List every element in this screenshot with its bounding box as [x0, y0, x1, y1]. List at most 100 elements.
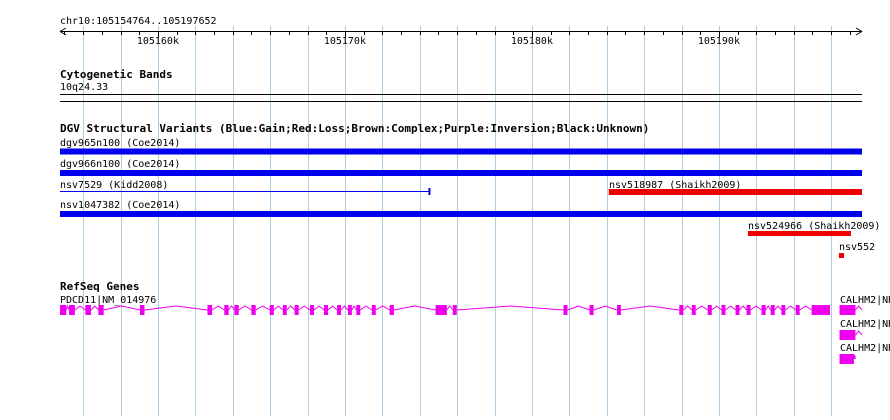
- ruler-tick-label: 105160k: [137, 36, 179, 47]
- refseq-intron: [351, 304, 357, 311]
- refseq-exon[interactable]: [770, 305, 775, 315]
- refseq-exon[interactable]: [224, 305, 229, 315]
- dgv-variant-label[interactable]: dgv966n100 (Coe2014): [60, 159, 180, 170]
- refseq-exon[interactable]: [309, 305, 315, 315]
- refseq-intron: [273, 305, 284, 311]
- refseq-exon[interactable]: [323, 305, 329, 315]
- refseq-transcript-label[interactable]: PDCD11|NM_014976: [60, 295, 156, 306]
- refseq-intron: [593, 305, 618, 311]
- refseq-exon[interactable]: [781, 305, 786, 315]
- refseq-exon[interactable]: [839, 354, 854, 364]
- refseq-intron: [340, 305, 349, 311]
- refseq-exon[interactable]: [98, 305, 104, 315]
- dgv-variant-bar[interactable]: [60, 211, 862, 217]
- refseq-exon[interactable]: [69, 305, 75, 315]
- refseq-intron: [739, 305, 747, 311]
- refseq-exon[interactable]: [251, 305, 256, 315]
- refseq-intron: [286, 305, 295, 311]
- refseq-transcript-label[interactable]: CALHM2|NR: [840, 295, 890, 306]
- refseq-exon[interactable]: [60, 305, 67, 315]
- refseq-exon[interactable]: [337, 305, 341, 315]
- dgv-variant-label[interactable]: dgv965n100 (Coe2014): [60, 138, 180, 149]
- dgv-variant-bar[interactable]: [60, 148, 862, 155]
- dgv-variant-label[interactable]: nsv1047382 (Coe2014): [60, 200, 180, 211]
- dgv-variant-bar[interactable]: [747, 231, 851, 236]
- refseq-transcript[interactable]: CALHM2|NR: [839, 343, 890, 364]
- dgv-variant[interactable]: nsv524966 (Shaikh2009): [747, 221, 881, 236]
- refseq-intron: [711, 305, 722, 311]
- ruler: chr10:105154764..105197652 105160k 105170…: [59, 16, 863, 47]
- dgv-variant[interactable]: dgv965n100 (Coe2014): [60, 138, 862, 155]
- dgv-variant[interactable]: nsv1047382 (Coe2014): [60, 200, 862, 217]
- dgv-variant-line[interactable]: [60, 191, 430, 192]
- refseq-exon[interactable]: [679, 305, 684, 315]
- refseq-exon[interactable]: [839, 305, 856, 315]
- region-label: chr10:105154764..105197652: [60, 16, 217, 27]
- refseq-intron: [238, 305, 252, 311]
- genome-browser-canvas: chr10:105154764..105197652 105160k 105170…: [59, 16, 890, 416]
- dgv-variant-bar[interactable]: [838, 253, 845, 258]
- refseq-exon[interactable]: [282, 305, 287, 315]
- refseq-exon[interactable]: [735, 305, 740, 315]
- refseq-intron: [855, 305, 863, 311]
- refseq-transcript[interactable]: CALHM2|NR: [839, 319, 890, 340]
- cytoband-label[interactable]: 10q24.33: [60, 82, 108, 93]
- refseq-exon[interactable]: [589, 305, 594, 315]
- refseq-intron: [774, 305, 782, 311]
- refseq-exon[interactable]: [207, 305, 213, 315]
- refseq-intron: [65, 304, 70, 311]
- refseq-exon[interactable]: [839, 330, 856, 340]
- refseq-track-title: RefSeq Genes: [60, 280, 139, 293]
- refseq-intron: [855, 330, 863, 336]
- refseq-intron: [393, 305, 436, 311]
- dgv-variant-label[interactable]: nsv524966 (Shaikh2009): [748, 221, 880, 232]
- refseq-exon[interactable]: [746, 305, 751, 315]
- refseq-exon[interactable]: [563, 305, 568, 315]
- dgv-variant-label[interactable]: nsv7529 (Kidd2008): [60, 180, 168, 191]
- dgv-variant[interactable]: nsv518987 (Shaikh2009): [608, 180, 862, 195]
- refseq-exon[interactable]: [269, 305, 274, 315]
- dgv-variant-bar[interactable]: [60, 170, 862, 176]
- refseq-exon[interactable]: [347, 305, 352, 315]
- refseq-intron: [683, 305, 693, 311]
- dgv-variant-bar[interactable]: [608, 189, 862, 195]
- refseq-intron: [695, 305, 708, 311]
- gridlines: [83, 26, 832, 416]
- refseq-exon[interactable]: [616, 305, 621, 315]
- cytoband-track: Cytogenetic Bands 10q24.33: [60, 68, 862, 102]
- refseq-exon[interactable]: [234, 305, 239, 315]
- refseq-transcript[interactable]: PDCD11|NM_014976: [60, 295, 830, 315]
- refseq-exon[interactable]: [435, 305, 447, 315]
- refseq-intron: [456, 305, 564, 311]
- dgv-features: dgv965n100 (Coe2014) dgv966n100 (Coe2014)…: [60, 138, 880, 258]
- refseq-exon[interactable]: [85, 305, 91, 315]
- refseq-exon[interactable]: [139, 305, 145, 315]
- refseq-transcript-label[interactable]: CALHM2|NR: [840, 343, 890, 354]
- refseq-exon[interactable]: [389, 305, 394, 315]
- cytoband-track-title: Cytogenetic Bands: [60, 68, 173, 81]
- refseq-exon[interactable]: [721, 305, 726, 315]
- refseq-intron: [765, 305, 772, 311]
- refseq-exon[interactable]: [294, 305, 299, 315]
- dgv-variant[interactable]: nsv7529 (Kidd2008): [60, 180, 431, 195]
- refseq-transcript[interactable]: CALHM2|NR: [839, 295, 890, 315]
- refseq-exon[interactable]: [691, 305, 696, 315]
- refseq-intron: [90, 305, 99, 311]
- refseq-intron: [799, 305, 812, 311]
- refseq-intron: [144, 305, 208, 311]
- refseq-intron: [255, 305, 270, 311]
- refseq-exon[interactable]: [371, 305, 376, 315]
- refseq-transcript-label[interactable]: CALHM2|NR: [840, 319, 890, 330]
- dgv-track-title: DGV Structural Variants (Blue:Gain;Red:L…: [60, 122, 649, 135]
- refseq-exon[interactable]: [811, 305, 830, 315]
- refseq-exon[interactable]: [761, 305, 766, 315]
- dgv-variant[interactable]: dgv966n100 (Coe2014): [60, 159, 862, 176]
- dgv-variant-label[interactable]: nsv552: [839, 242, 875, 253]
- refseq-exon[interactable]: [356, 305, 361, 315]
- refseq-exon[interactable]: [795, 305, 800, 315]
- refseq-exon[interactable]: [707, 305, 712, 315]
- refseq-track: RefSeq Genes PDCD11|NM_014976 CALHM2|NR CA…: [60, 280, 890, 364]
- dgv-variant[interactable]: nsv552: [838, 242, 875, 258]
- refseq-exon[interactable]: [452, 305, 457, 315]
- gene-features: PDCD11|NM_014976 CALHM2|NR CALHM2|NR CALHM2…: [60, 295, 890, 364]
